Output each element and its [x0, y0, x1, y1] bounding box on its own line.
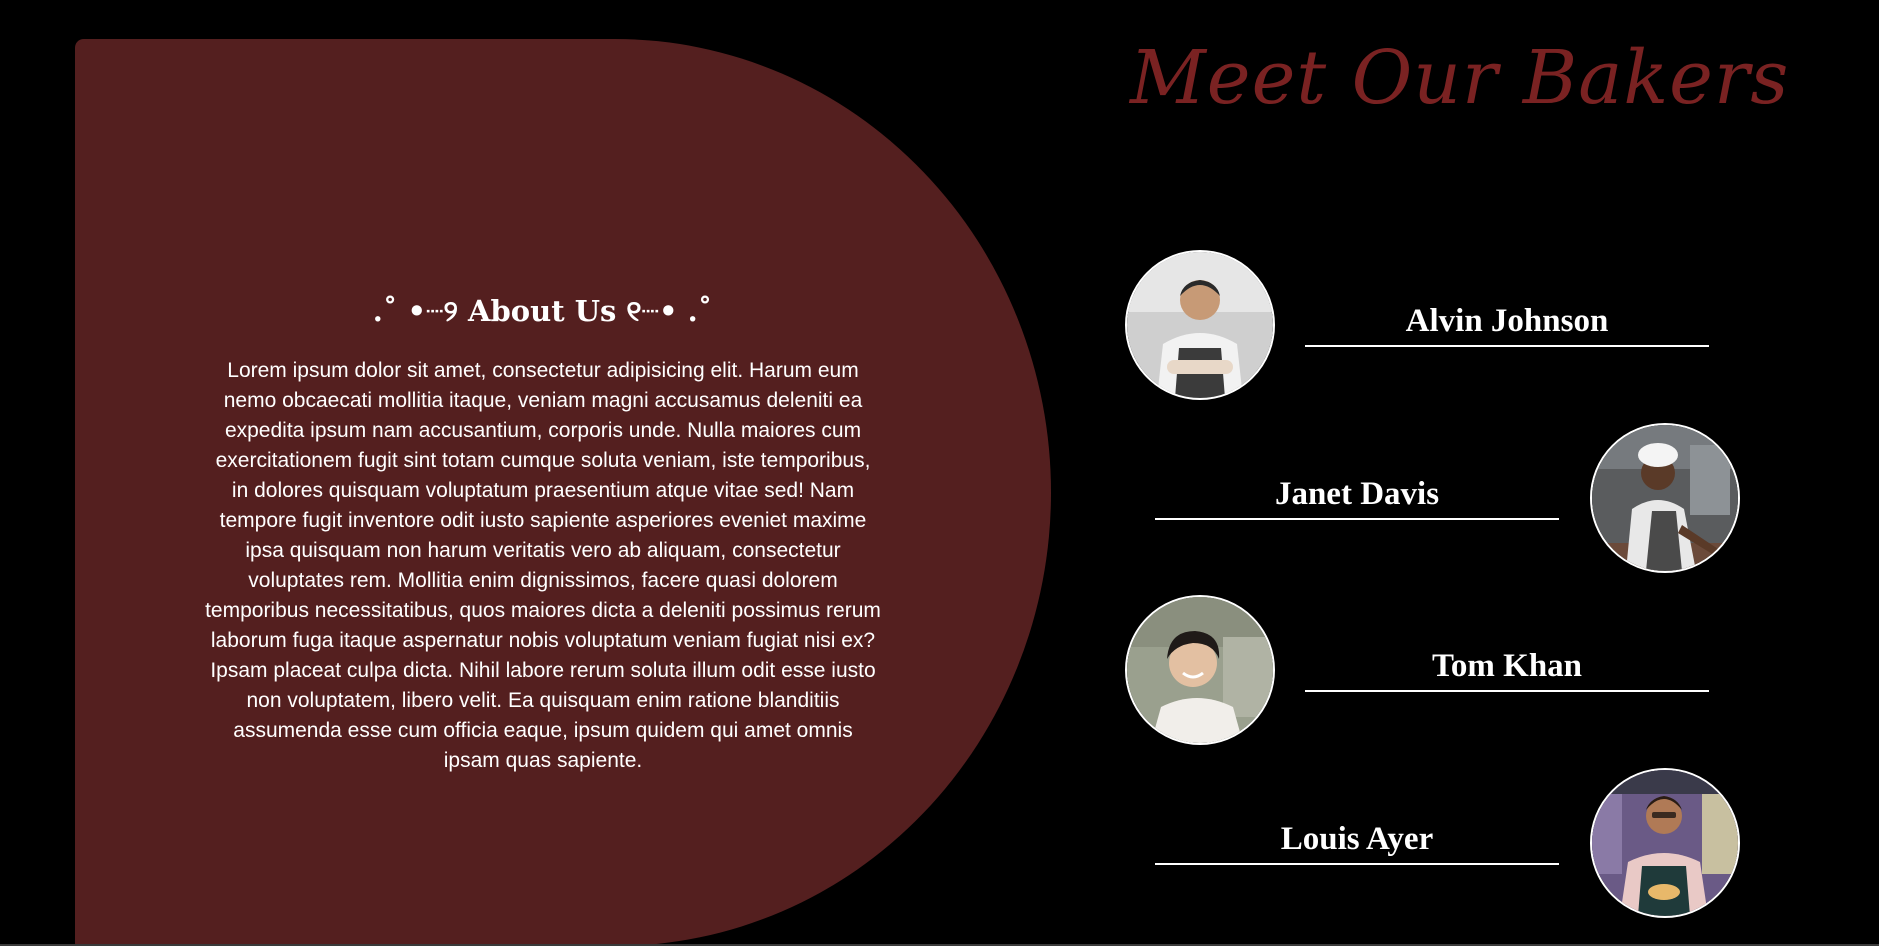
about-panel: .˚ •┈୨ About Us ୧┈• .˚ Lorem ipsum dolor… — [75, 39, 1051, 946]
about-heading: .˚ •┈୨ About Us ୧┈• .˚ — [372, 294, 713, 328]
baker-card: Janet Davis — [1120, 423, 1760, 575]
baker-photo-icon — [1590, 423, 1740, 573]
baker-photo-icon — [1125, 595, 1275, 745]
baker-card: Louis Ayer — [1120, 768, 1760, 920]
name-divider — [1305, 345, 1709, 347]
baker-photo-icon — [1125, 250, 1275, 400]
baker-name: Louis Ayer — [1280, 821, 1434, 857]
baker-photo-icon — [1590, 768, 1740, 918]
baker-name: Tom Khan — [1431, 648, 1583, 684]
name-divider — [1305, 690, 1709, 692]
bakers-title: Meet Our Bakers — [1130, 35, 1790, 121]
baker-name: Alvin Johnson — [1405, 303, 1609, 339]
baker-card: Tom Khan — [1120, 595, 1760, 747]
about-text: Lorem ipsum dolor sit amet, consectetur … — [205, 359, 881, 772]
baker-card: Alvin Johnson — [1120, 250, 1760, 402]
name-divider — [1155, 518, 1559, 520]
name-divider — [1155, 863, 1559, 865]
baker-name: Janet Davis — [1274, 476, 1440, 512]
